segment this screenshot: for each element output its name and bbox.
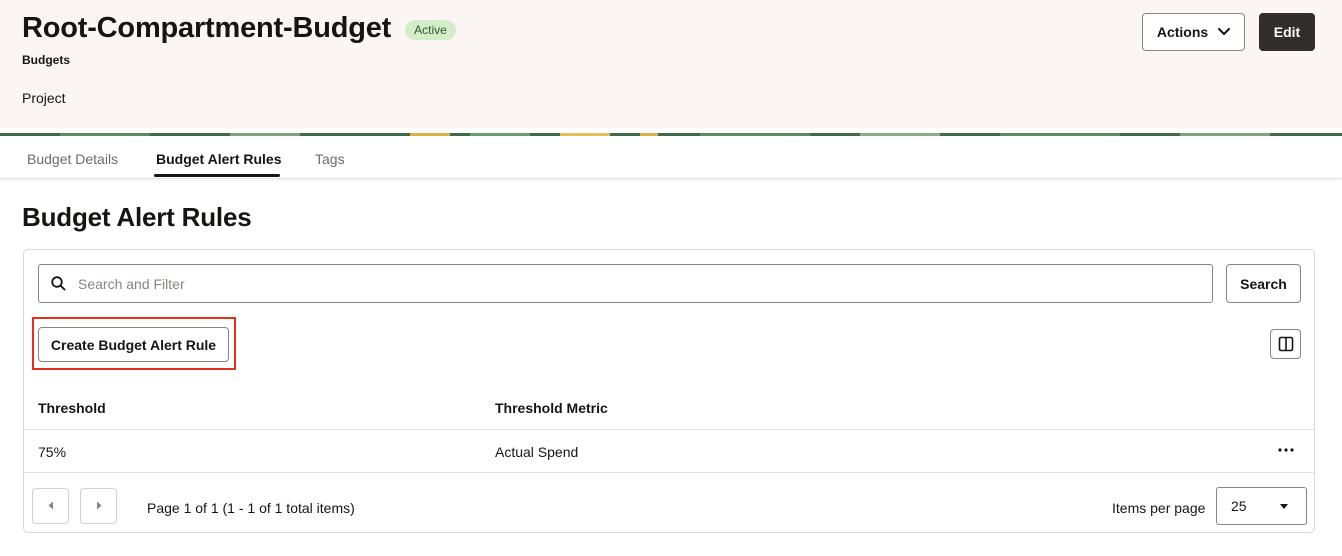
column-header-threshold[interactable]: Threshold	[38, 400, 106, 416]
columns-icon[interactable]	[1270, 329, 1301, 359]
items-per-page-value: 25	[1231, 498, 1247, 514]
cell-threshold: 75%	[38, 444, 67, 460]
page-title: Root-Compartment-Budget	[22, 12, 392, 44]
decorative-banner	[0, 128, 1342, 136]
caret-down-icon	[1280, 504, 1288, 509]
edit-button[interactable]: Edit	[1259, 13, 1315, 51]
search-input[interactable]	[78, 275, 1178, 292]
caret-right-icon	[96, 497, 102, 515]
search-button[interactable]: Search	[1226, 264, 1301, 303]
items-per-page-select[interactable]: 25	[1216, 487, 1307, 525]
alert-rules-table: Threshold Threshold Metric 75% Actual Sp…	[24, 384, 1314, 473]
tab-budget-details[interactable]: Budget Details	[27, 151, 118, 167]
page-header: Root-Compartment-Budget Active Budgets P…	[0, 0, 1342, 128]
chevron-down-icon	[1218, 28, 1231, 36]
table-row: 75% Actual Spend	[24, 430, 1314, 473]
title-row: Root-Compartment-Budget Active	[22, 12, 456, 45]
actions-button[interactable]: Actions	[1142, 13, 1245, 51]
kebab-menu-icon[interactable]	[1274, 440, 1298, 460]
caret-left-icon	[48, 497, 54, 515]
table-header-row: Threshold Threshold Metric	[24, 384, 1314, 430]
cell-threshold-metric: Actual Spend	[495, 444, 579, 460]
header-subtitle: Project	[22, 90, 66, 106]
search-box	[38, 264, 1213, 303]
active-tab-indicator	[154, 174, 280, 177]
column-header-threshold-metric[interactable]: Threshold Metric	[495, 400, 608, 416]
section-title: Budget Alert Rules	[22, 202, 252, 232]
previous-page-button[interactable]	[32, 488, 69, 524]
create-budget-alert-rule-button[interactable]: Create Budget Alert Rule	[38, 327, 229, 362]
alert-rules-panel: Search Create Budget Alert Rule Threshol…	[23, 249, 1315, 533]
next-page-button[interactable]	[80, 488, 117, 524]
search-icon	[51, 276, 66, 291]
pagination-summary: Page 1 of 1 (1 - 1 of 1 total items)	[147, 500, 355, 516]
items-per-page-label: Items per page	[1112, 500, 1206, 516]
tab-budget-alert-rules[interactable]: Budget Alert Rules	[156, 151, 282, 167]
tab-bar: Budget Details Budget Alert Rules Tags	[0, 136, 1342, 179]
breadcrumb-budgets[interactable]: Budgets	[22, 53, 70, 67]
status-badge: Active	[405, 19, 456, 40]
tab-tags[interactable]: Tags	[315, 151, 345, 167]
actions-button-label: Actions	[1156, 24, 1209, 40]
